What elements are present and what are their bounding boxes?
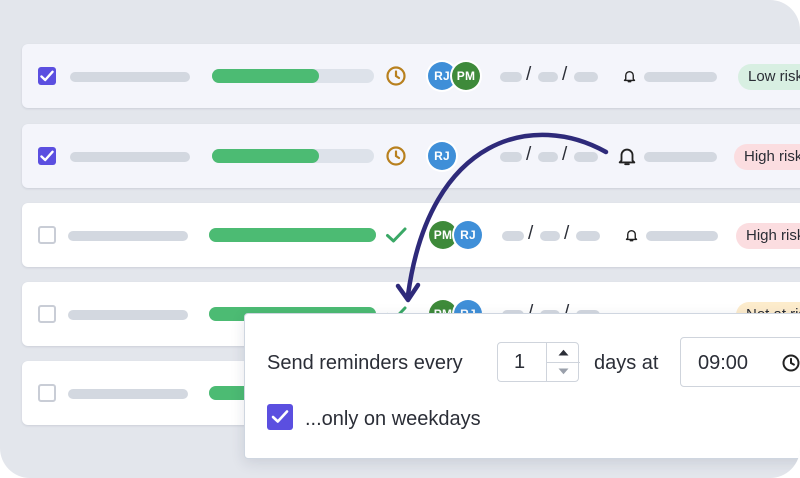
time-value[interactable]: 09:00 [698,352,748,375]
stepper-controls [546,343,581,381]
chevron-up-icon [558,349,569,356]
clock-icon[interactable] [781,353,800,373]
interval-value[interactable]: 1 [514,351,525,374]
reminder-label-prefix: Send reminders every [267,352,463,374]
time-input[interactable]: 09:00 [680,337,800,387]
weekdays-label[interactable]: ...only on weekdays [305,408,481,431]
weekdays-checkbox[interactable] [267,404,293,430]
increment-button[interactable] [547,343,580,363]
decrement-button[interactable] [547,362,580,381]
chevron-down-icon [558,368,569,375]
reminder-popup: Send reminders every 1 days at 09:00 ...… [244,313,800,459]
reminder-label-suffix: days at [594,352,659,374]
interval-stepper[interactable]: 1 [497,342,581,382]
task-list-frame: RJ PM / / Low risk RJ / / High risk PM R… [0,0,800,478]
